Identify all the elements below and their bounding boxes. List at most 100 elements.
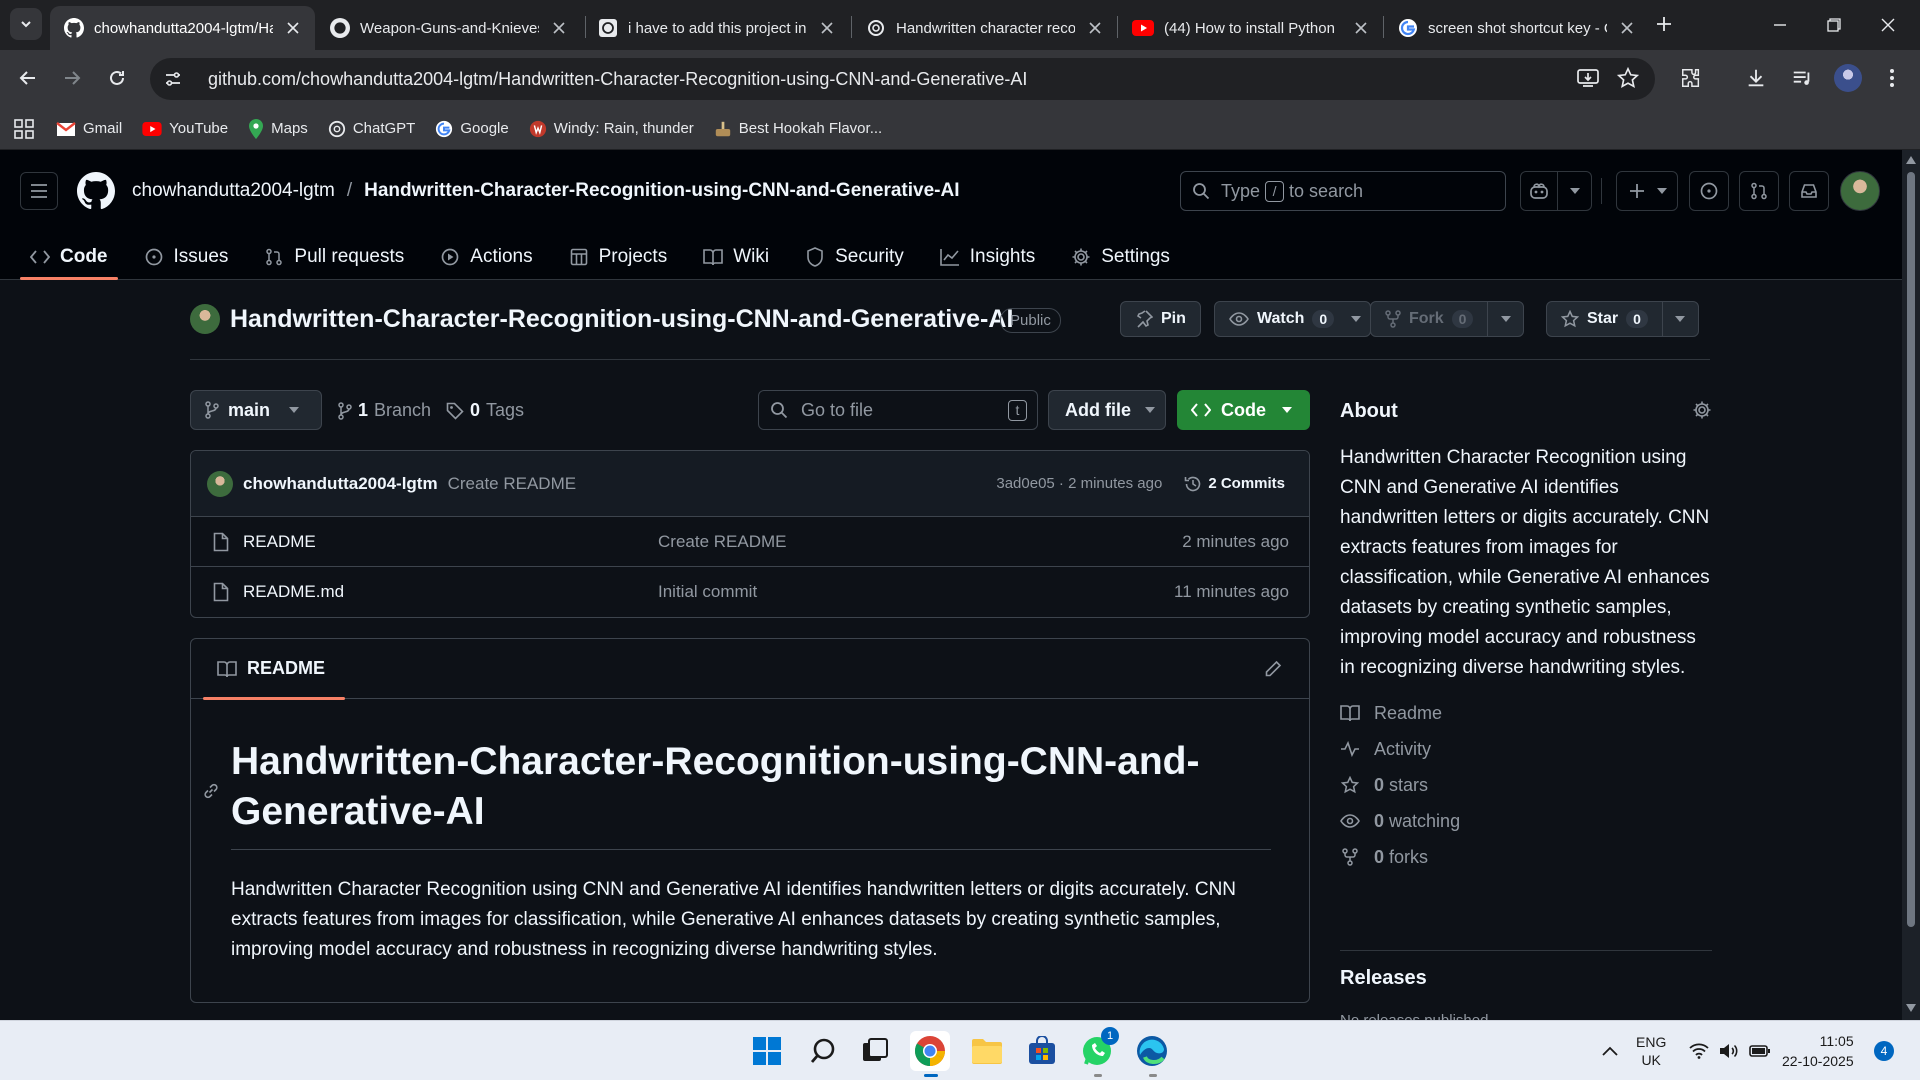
search-input[interactable]: Type / to search <box>1180 171 1506 211</box>
inbox-button[interactable] <box>1789 171 1829 211</box>
pull-requests-button[interactable] <box>1739 171 1779 211</box>
tab-wiki[interactable]: Wiki <box>687 234 785 280</box>
minimize-button[interactable] <box>1760 10 1800 40</box>
chrome-app[interactable] <box>910 1031 950 1077</box>
commit-author[interactable]: chowhandutta2004-lgtm <box>243 474 438 494</box>
start-button[interactable] <box>747 1031 787 1071</box>
commits-link[interactable]: 2 Commits <box>1184 475 1285 493</box>
table-row[interactable]: README.md Initial commit 11 minutes ago <box>191 567 1309 617</box>
apps-grid-icon[interactable] <box>14 118 34 139</box>
browser-tab-2[interactable]: Weapon-Guns-and-Knieves-Detection <box>316 6 581 50</box>
close-icon[interactable] <box>1085 18 1105 38</box>
task-view-button[interactable] <box>855 1031 895 1071</box>
watch-button[interactable]: Watch 0 <box>1214 301 1372 337</box>
downloads-icon[interactable] <box>1742 64 1770 92</box>
notification-badge[interactable]: 4 <box>1874 1041 1894 1061</box>
bookmark-windy[interactable]: Windy: Rain, thunder <box>529 120 694 138</box>
link-icon[interactable] <box>201 781 221 801</box>
go-to-file-input[interactable]: Go to file t <box>758 390 1038 430</box>
close-icon[interactable] <box>283 18 303 38</box>
whatsapp-app[interactable]: 1 <box>1077 1027 1119 1077</box>
gear-icon[interactable] <box>1692 400 1712 420</box>
media-control-icon[interactable] <box>1788 64 1816 92</box>
issues-button[interactable] <box>1689 171 1729 211</box>
github-logo-icon[interactable] <box>76 171 116 211</box>
chevron-down-icon[interactable] <box>1557 172 1591 210</box>
tab-search-button[interactable] <box>10 8 42 40</box>
page-scrollbar[interactable] <box>1902 150 1920 1020</box>
chevron-down-icon[interactable] <box>1661 302 1698 336</box>
releases-heading[interactable]: Releases <box>1340 967 1712 990</box>
close-icon[interactable] <box>1617 18 1637 38</box>
bookmark-hookah[interactable]: Best Hookah Flavor... <box>714 120 882 138</box>
bookmark-gmail[interactable]: Gmail <box>56 120 122 137</box>
restore-button[interactable] <box>1814 10 1854 40</box>
tags-link[interactable]: 0 Tags <box>446 400 524 421</box>
file-explorer-app[interactable] <box>967 1031 1007 1071</box>
readme-tab[interactable]: README <box>202 639 346 700</box>
chevron-up-icon[interactable] <box>1598 1021 1622 1080</box>
browser-tab-3[interactable]: i have to add this project in my github <box>584 6 849 50</box>
address-bar[interactable]: github.com/chowhandutta2004-lgtm/Handwri… <box>150 58 1655 100</box>
forward-button[interactable] <box>57 63 87 93</box>
bookmark-youtube[interactable]: YouTube <box>142 120 228 137</box>
browser-tab-6[interactable]: screen shot shortcut key - Google <box>1384 6 1649 50</box>
pin-button[interactable]: Pin <box>1120 301 1201 337</box>
reload-button[interactable] <box>102 63 132 93</box>
profile-avatar[interactable] <box>1834 64 1862 92</box>
scroll-down-icon[interactable] <box>1905 1002 1917 1014</box>
menu-icon[interactable] <box>20 172 58 210</box>
bookmark-maps[interactable]: Maps <box>248 118 308 139</box>
extensions-icon[interactable] <box>1677 64 1705 92</box>
file-name[interactable]: README <box>243 532 658 552</box>
tab-settings[interactable]: Settings <box>1055 234 1186 280</box>
search-button[interactable] <box>803 1031 843 1071</box>
bookmark-google[interactable]: Google <box>435 120 509 138</box>
system-clock[interactable]: 11:05 22-10-2025 <box>1782 1031 1854 1071</box>
browser-tab-1[interactable]: chowhandutta2004-lgtm/Handwritten-Charac… <box>50 6 315 50</box>
battery-icon[interactable] <box>1748 1021 1772 1080</box>
close-icon[interactable] <box>549 18 569 38</box>
pencil-icon[interactable] <box>1263 659 1283 679</box>
chevron-down-icon[interactable] <box>1487 302 1523 336</box>
commit-message[interactable]: Create README <box>448 474 997 494</box>
forks-link[interactable]: 0 forks <box>1340 839 1712 875</box>
tab-issues[interactable]: Issues <box>128 234 245 280</box>
owner-avatar[interactable] <box>190 304 220 334</box>
chrome-menu-icon[interactable] <box>1878 64 1906 92</box>
copilot-button[interactable] <box>1520 171 1592 211</box>
stars-link[interactable]: 0 stars <box>1340 767 1712 803</box>
watching-link[interactable]: 0 watching <box>1340 803 1712 839</box>
new-tab-button[interactable] <box>1652 12 1676 36</box>
table-row[interactable]: README Create README 2 minutes ago <box>191 517 1309 567</box>
fork-button[interactable]: Fork 0 <box>1370 301 1525 337</box>
branch-selector[interactable]: main <box>190 390 322 430</box>
store-app[interactable] <box>1022 1031 1062 1071</box>
add-file-button[interactable]: Add file <box>1048 390 1166 430</box>
commit-hash-time[interactable]: 3ad0e05 · 2 minutes ago <box>996 475 1162 492</box>
install-app-icon[interactable] <box>1574 64 1602 92</box>
readme-link[interactable]: Readme <box>1340 695 1712 731</box>
file-name[interactable]: README.md <box>243 582 658 602</box>
chevron-down-icon[interactable] <box>1342 302 1370 336</box>
code-button[interactable]: Code <box>1177 390 1310 430</box>
repo-name[interactable]: Handwritten-Character-Recognition-using-… <box>230 305 1013 334</box>
scroll-thumb[interactable] <box>1907 172 1915 927</box>
wifi-icon[interactable] <box>1688 1021 1710 1080</box>
owner-link[interactable]: chowhandutta2004-lgtm <box>132 180 335 202</box>
tab-security[interactable]: Security <box>789 234 920 280</box>
language-indicator[interactable]: ENG UK <box>1636 1033 1666 1069</box>
volume-icon[interactable] <box>1718 1021 1740 1080</box>
commit-author-avatar[interactable] <box>207 470 233 497</box>
tab-insights[interactable]: Insights <box>924 234 1051 280</box>
star-button[interactable]: Star 0 <box>1546 301 1699 337</box>
browser-tab-4[interactable]: Handwritten character recognition <box>852 6 1117 50</box>
tab-pull-requests[interactable]: Pull requests <box>248 234 420 280</box>
back-button[interactable] <box>13 63 43 93</box>
tab-actions[interactable]: Actions <box>424 234 548 280</box>
close-icon[interactable] <box>1351 18 1371 38</box>
create-new-button[interactable] <box>1616 171 1678 211</box>
close-icon[interactable] <box>817 18 837 38</box>
activity-link[interactable]: Activity <box>1340 731 1712 767</box>
browser-tab-5[interactable]: (44) How to install Python <box>1118 6 1383 50</box>
